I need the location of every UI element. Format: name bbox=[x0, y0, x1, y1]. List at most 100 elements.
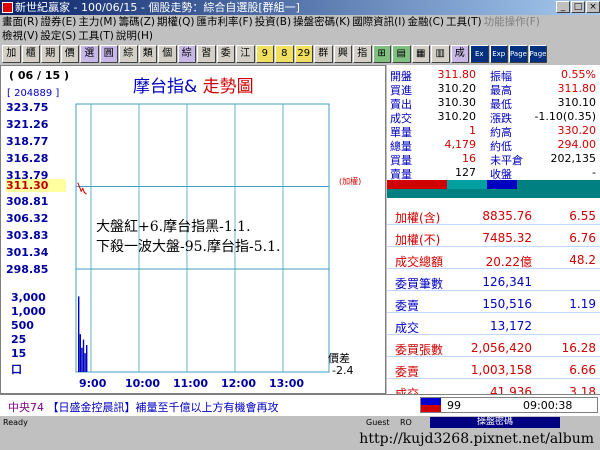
maximize-icon[interactable]: □ bbox=[571, 1, 585, 13]
toolbar-button[interactable]: 江 bbox=[236, 45, 255, 63]
close-icon[interactable]: × bbox=[586, 1, 600, 13]
toolbar-button[interactable]: Page bbox=[528, 45, 547, 63]
ticker-time: 09:00:38 bbox=[523, 399, 573, 412]
volume-bar bbox=[79, 334, 81, 372]
menu-item-settings[interactable]: 設定(S) bbox=[40, 29, 76, 43]
watermark-bar: http://kujd3268.pixnet.net/album bbox=[0, 429, 600, 450]
quote-row: 賣出 310.30 最低 310.10 bbox=[387, 96, 600, 111]
menu-item-tools2[interactable]: 工具(T) bbox=[78, 29, 114, 43]
quote-value: - bbox=[592, 166, 596, 179]
market-value: 126,341 bbox=[482, 275, 532, 289]
market-row: 加權(不) 7485.32 6.76 bbox=[387, 227, 600, 247]
toolbar-button[interactable]: 綜 bbox=[177, 45, 196, 63]
market-summary: 加權(含) 8835.76 6.55 加權(不) 7485.32 6.76 成交… bbox=[387, 198, 600, 401]
menu-item-invest[interactable]: 投資(B) bbox=[255, 15, 291, 29]
chart-tool-icon[interactable]: ▦ bbox=[411, 45, 430, 63]
price-point bbox=[79, 186, 81, 188]
minimize-icon[interactable]: _ bbox=[556, 1, 570, 13]
price-point bbox=[82, 187, 84, 190]
toolbar-button[interactable]: 指 bbox=[353, 45, 372, 63]
menu-item-finance[interactable]: 金融(C) bbox=[407, 15, 444, 29]
flag-icon bbox=[421, 398, 441, 412]
ticker-count: 99 bbox=[447, 399, 461, 412]
menu-item-chips[interactable]: 籌碼(Z) bbox=[119, 15, 155, 29]
toolbar-button[interactable]: 9 bbox=[255, 45, 274, 63]
toolbar-button[interactable]: 29 bbox=[294, 45, 313, 63]
menu-item-forex[interactable]: 匯市利率(F) bbox=[196, 15, 252, 29]
toolbar-button[interactable]: 綜 bbox=[119, 45, 138, 63]
status-ro: RO bbox=[400, 418, 412, 427]
toolbar-button[interactable]: 成 bbox=[450, 45, 469, 63]
toolbar-button[interactable]: 期 bbox=[41, 45, 60, 63]
menu-item-view[interactable]: 檢視(V) bbox=[2, 29, 38, 43]
quote-value: 310.20 bbox=[437, 110, 477, 123]
quote-value: 330.20 bbox=[557, 124, 597, 137]
toolbar-button[interactable]: 選 bbox=[80, 45, 99, 63]
password-button[interactable]: 操盤密碼 bbox=[430, 417, 560, 428]
menu-item-futures[interactable]: 期權(Q) bbox=[157, 15, 194, 29]
toolbar-button[interactable]: 興 bbox=[333, 45, 352, 63]
quote-value: 0.55% bbox=[561, 68, 596, 81]
quote-row: 單量 1 約高 330.20 bbox=[387, 124, 600, 139]
menu-item-intl[interactable]: 國際資訊(I) bbox=[352, 15, 405, 29]
toolbar-button[interactable]: 8 bbox=[275, 45, 294, 63]
quote-row: 賣量 127 收盤 - bbox=[387, 166, 600, 181]
toolbar-button[interactable]: 圓 bbox=[99, 45, 118, 63]
quote-row: 總量 4,179 約低 294.00 bbox=[387, 138, 600, 153]
market-change: 6.66 bbox=[569, 363, 596, 377]
quote-value: 16 bbox=[462, 152, 476, 165]
market-label: 委買張數 bbox=[395, 343, 444, 357]
quote-value: 127 bbox=[455, 166, 476, 179]
toolbar-button[interactable]: 委 bbox=[216, 45, 235, 63]
menu-item-securities[interactable]: 證券(E) bbox=[41, 15, 77, 29]
change-value: -2.4 bbox=[332, 364, 354, 377]
menu-item-password[interactable]: 操盤密碼(K) bbox=[293, 15, 350, 29]
menu-item-help[interactable]: 說明(H) bbox=[116, 29, 153, 43]
window-title: 新世紀贏家 - 100/06/15 - 個股走勢：綜合自選股[群組一] bbox=[15, 1, 300, 14]
volume-bar bbox=[78, 296, 80, 372]
chart-tool-icon[interactable]: ▤ bbox=[392, 45, 411, 63]
menu-item-tools[interactable]: 工具(T) bbox=[446, 15, 482, 29]
quote-row: 開盤 311.80 振幅 0.55% bbox=[387, 68, 600, 83]
market-value: 1,003,158 bbox=[470, 363, 532, 377]
main-menu: 畫面(R) 證券(E) 主力(M) 籌碼(Z) 期權(Q) 匯市利率(F) 投資… bbox=[0, 15, 600, 29]
ticker-text[interactable]: 中央74 【日盛金控晨訊】補量至千億以上方有機會再攻 bbox=[8, 399, 279, 415]
title-bar: 新世紀贏家 - 100/06/15 - 個股走勢：綜合自選股[群組一] _ □ … bbox=[0, 0, 600, 15]
quote-value: 310.10 bbox=[557, 96, 597, 109]
market-value: 7485.32 bbox=[482, 231, 532, 245]
toolbar-button[interactable]: 群 bbox=[314, 45, 333, 63]
market-change: 16.28 bbox=[561, 341, 596, 355]
annotation-line-2: 下殺一波大盤-95.摩台指-5.1. bbox=[96, 239, 281, 255]
toolbar-button[interactable]: 個 bbox=[158, 45, 177, 63]
secondary-menu: 檢視(V) 設定(S) 工具(T) 說明(H) bbox=[0, 29, 600, 43]
toolbar-button[interactable]: 櫃 bbox=[21, 45, 40, 63]
menu-item-major[interactable]: 主力(M) bbox=[78, 15, 116, 29]
menu-item-functions[interactable]: 功能操作(F) bbox=[484, 15, 540, 29]
market-row: 成交總額 20.22億 48.2 bbox=[387, 249, 600, 269]
toolbar-button[interactable]: Ex bbox=[470, 45, 489, 63]
toolbar-button[interactable]: 加 bbox=[2, 45, 21, 63]
toolbar-button[interactable]: 習 bbox=[197, 45, 216, 63]
menu-item-screen[interactable]: 畫面(R) bbox=[2, 15, 39, 29]
app-window: 新世紀贏家 - 100/06/15 - 個股走勢：綜合自選股[群組一] _ □ … bbox=[0, 0, 600, 450]
toolbar-button[interactable]: 類 bbox=[138, 45, 157, 63]
toolbar-button[interactable]: 價 bbox=[60, 45, 79, 63]
ticker-status-box: 99 09:00:38 bbox=[420, 397, 598, 413]
annotation-line-1: 大盤紅+6.摩台指黑-1.1. bbox=[96, 219, 251, 235]
toolbar-button[interactable]: Exp bbox=[489, 45, 508, 63]
market-row: 委買筆數 126,341 bbox=[387, 271, 600, 291]
toolbar-button[interactable]: Page bbox=[509, 45, 528, 63]
market-row: 委買張數 2,056,420 16.28 bbox=[387, 337, 600, 357]
quote-value: 1 bbox=[469, 124, 476, 137]
volume-bar bbox=[82, 339, 85, 372]
chart-tool-icon[interactable]: ⊞ bbox=[372, 45, 391, 63]
price-point bbox=[83, 191, 85, 194]
status-bar: Ready Guest RO 操盤密碼 bbox=[0, 416, 600, 429]
status-ready: Ready bbox=[3, 418, 28, 427]
status-user: Guest bbox=[366, 418, 390, 427]
news-ticker: 中央74 【日盛金控晨訊】補量至千億以上方有機會再攻 99 09:00:38 bbox=[0, 394, 600, 416]
watermark-url: http://kujd3268.pixnet.net/album bbox=[359, 431, 594, 447]
market-value: 8835.76 bbox=[482, 209, 532, 223]
market-label: 委賣 bbox=[395, 365, 420, 379]
chart-tool-icon[interactable]: ▥ bbox=[431, 45, 450, 63]
